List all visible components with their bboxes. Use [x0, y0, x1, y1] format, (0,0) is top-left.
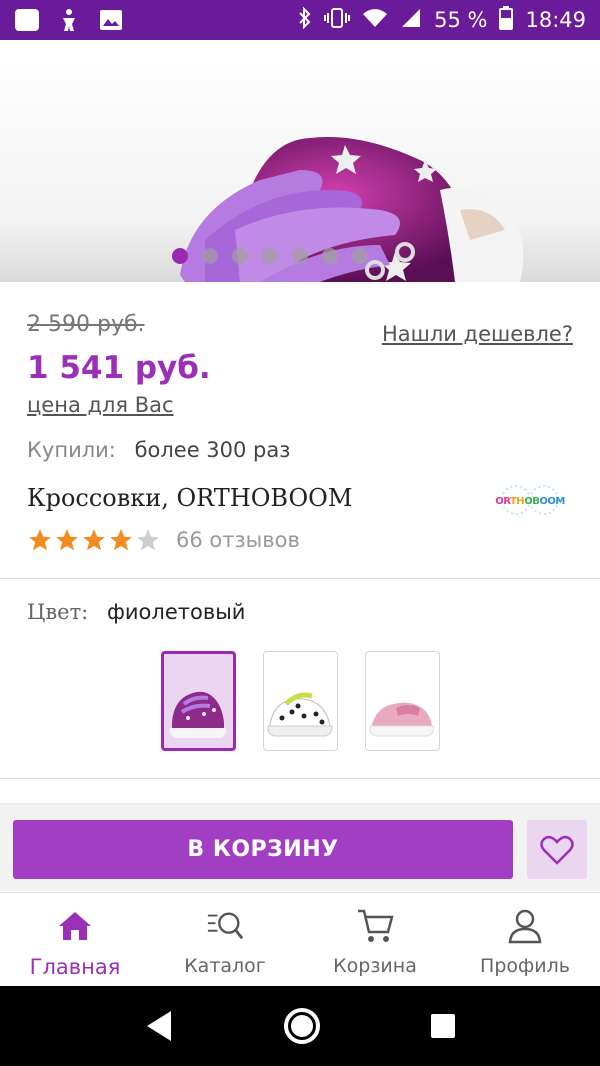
color-value: фиолетовый — [106, 600, 246, 624]
product-image-carousel[interactable] — [0, 40, 600, 282]
star-filled-icon — [110, 529, 132, 551]
tab-home[interactable]: Главная — [0, 893, 150, 986]
battery-icon — [499, 5, 514, 35]
color-label: Цвет: — [27, 600, 89, 624]
home-button-icon[interactable] — [282, 1006, 322, 1046]
catalog-search-icon — [206, 907, 244, 945]
white-dots-sneaker-thumbnail — [267, 692, 333, 737]
recents-icon[interactable] — [429, 1012, 457, 1040]
tab-label: Корзина — [333, 955, 417, 977]
wifi-icon — [362, 7, 388, 34]
tab-label: Главная — [29, 955, 121, 979]
gallery-notification-icon — [98, 8, 124, 32]
bluetooth-icon — [298, 6, 312, 34]
child-notification-icon — [56, 8, 82, 32]
color-swatch-white-dots[interactable] — [263, 651, 338, 751]
signal-icon — [400, 7, 422, 34]
svg-text:ORTHOBOOM: ORTHOBOOM — [495, 496, 565, 507]
app-notification-icon — [14, 8, 40, 32]
tab-catalog[interactable]: Каталог — [150, 893, 300, 986]
carousel-indicator — [0, 248, 570, 264]
purchase-count: Купили: более 300 раз — [27, 438, 290, 462]
carousel-dot[interactable] — [322, 248, 338, 264]
carousel-dot[interactable] — [262, 248, 278, 264]
profile-icon — [506, 907, 544, 945]
pink-sneaker-thumbnail — [369, 702, 435, 737]
color-swatch-purple[interactable] — [161, 651, 236, 751]
vibrate-icon — [324, 7, 351, 34]
product-photo — [180, 136, 524, 282]
bottom-navigation: Главная Каталог Корзина Профиль — [0, 892, 600, 986]
carousel-dot[interactable] — [202, 248, 218, 264]
star-filled-icon — [29, 529, 51, 551]
old-price: 2 590 руб. — [27, 312, 145, 337]
product-title: Кроссовки, ORTHOBOOM — [27, 484, 353, 512]
add-to-cart-button[interactable]: В КОРЗИНУ — [13, 820, 513, 879]
star-empty-icon — [137, 529, 159, 551]
clock: 18:49 — [525, 8, 586, 32]
tab-profile[interactable]: Профиль — [450, 893, 600, 986]
orthoboom-logo-icon: ORTHOBOOM — [495, 485, 566, 515]
carousel-dot[interactable] — [292, 248, 308, 264]
rating[interactable]: 66 отзывов — [27, 527, 300, 553]
cart-icon — [356, 907, 394, 945]
heart-icon — [540, 835, 574, 865]
color-swatch-pink[interactable] — [365, 651, 440, 751]
carousel-dot[interactable] — [172, 248, 188, 264]
divider — [0, 778, 600, 779]
purchase-count-label: Купили: — [27, 438, 116, 462]
carousel-dot[interactable] — [232, 248, 248, 264]
current-price: 1 541 руб. — [27, 350, 211, 386]
tab-label: Профиль — [480, 955, 570, 977]
status-bar: 55 % 18:49 — [0, 0, 600, 40]
purple-sneaker-thumbnail — [169, 691, 227, 738]
favorite-button[interactable] — [527, 820, 587, 879]
star-filled-icon — [83, 529, 105, 551]
color-selection-label: Цвет: фиолетовый — [27, 600, 245, 624]
star-filled-icon — [56, 529, 78, 551]
found-cheaper-link[interactable]: Нашли дешевле? — [382, 322, 573, 346]
carousel-dot[interactable] — [352, 248, 368, 264]
back-icon[interactable] — [143, 1009, 175, 1043]
reviews-count[interactable]: 66 отзывов — [176, 528, 300, 552]
home-icon — [56, 907, 94, 945]
brand-logo[interactable]: ORTHOBOOM — [494, 480, 566, 520]
tab-label: Каталог — [184, 955, 266, 977]
system-navigation-bar — [0, 986, 600, 1066]
purchase-count-value: более 300 раз — [134, 438, 291, 462]
battery-percent: 55 % — [434, 8, 488, 32]
tab-cart[interactable]: Корзина — [300, 893, 450, 986]
divider — [0, 578, 600, 579]
price-for-you-link[interactable]: цена для Вас — [27, 393, 174, 417]
